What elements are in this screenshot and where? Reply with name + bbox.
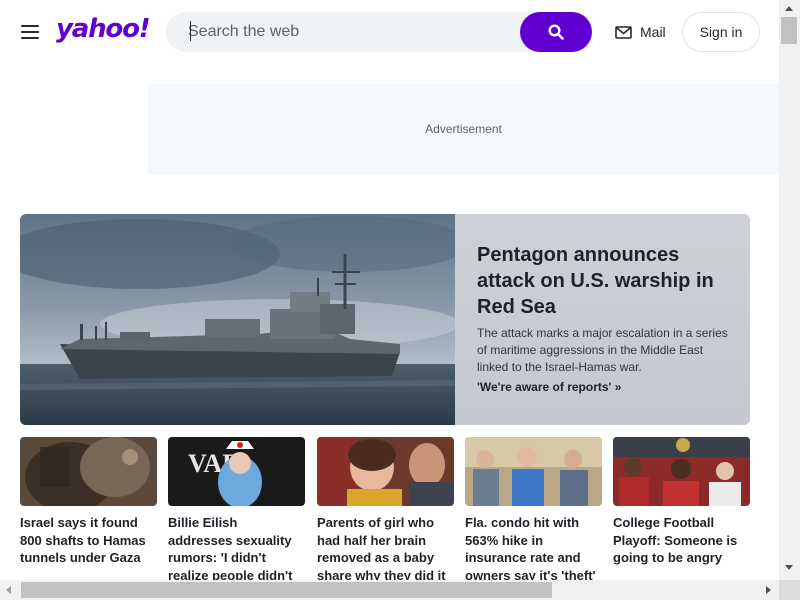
story-headline: Billie Eilish addresses sexuality rumors… bbox=[168, 515, 293, 580]
hero-related-link[interactable]: 'We're aware of reports' » bbox=[477, 380, 621, 394]
scrollbar-corner bbox=[779, 580, 800, 600]
story-billie-eilish-image: VAR bbox=[168, 437, 305, 506]
scroll-right-arrow-icon[interactable] bbox=[766, 586, 771, 594]
hero-headline[interactable]: Pentagon announces attack on U.S. warshi… bbox=[477, 242, 737, 320]
story-card[interactable]: VAR Billie Eilish addresses sexuality ru… bbox=[168, 437, 305, 580]
sign-in-button[interactable]: Sign in bbox=[682, 12, 760, 52]
horizontal-scrollbar[interactable] bbox=[0, 580, 779, 600]
yahoo-logo[interactable]: yahoo! bbox=[56, 14, 151, 44]
story-headline: Fla. condo hit with 563% hike in insuran… bbox=[465, 515, 596, 580]
story-headline: College Football Playoff: Someone is goi… bbox=[613, 515, 738, 565]
search-button[interactable] bbox=[520, 12, 592, 52]
scroll-up-arrow-icon[interactable] bbox=[785, 6, 793, 11]
story-card[interactable]: Israel says it found 800 shafts to Hamas… bbox=[20, 437, 157, 567]
page-viewport: yahoo! Mail Sign in Advertisement bbox=[0, 0, 779, 580]
story-card[interactable]: College Football Playoff: Someone is goi… bbox=[613, 437, 750, 567]
hero-warship-image bbox=[20, 214, 455, 425]
story-card[interactable]: Parents of girl who had half her brain r… bbox=[317, 437, 454, 580]
story-family-image bbox=[317, 437, 454, 506]
hamburger-menu-icon[interactable] bbox=[21, 25, 39, 39]
story-college-football-image bbox=[613, 437, 750, 506]
hero-summary: The attack marks a major escalation in a… bbox=[477, 326, 728, 374]
story-card[interactable]: Fla. condo hit with 563% hike in insuran… bbox=[465, 437, 602, 580]
search-input[interactable] bbox=[188, 20, 508, 44]
hero-text-panel: Pentagon announces attack on U.S. warshi… bbox=[455, 214, 750, 425]
search-icon bbox=[548, 24, 564, 40]
mail-envelope-icon bbox=[615, 25, 632, 39]
text-cursor bbox=[190, 21, 191, 41]
story-condo-owners-image bbox=[465, 437, 602, 506]
story-tunnel-image bbox=[20, 437, 157, 506]
horizontal-scroll-thumb[interactable] bbox=[21, 582, 552, 598]
advertisement-slot[interactable]: Advertisement bbox=[148, 84, 779, 174]
vertical-scrollbar[interactable] bbox=[779, 0, 800, 580]
vertical-scroll-thumb[interactable] bbox=[781, 17, 797, 44]
story-headline: Israel says it found 800 shafts to Hamas… bbox=[20, 515, 146, 565]
scroll-down-arrow-icon[interactable] bbox=[785, 565, 793, 570]
mail-label: Mail bbox=[640, 24, 666, 40]
mail-link[interactable]: Mail bbox=[615, 22, 666, 42]
advertisement-label: Advertisement bbox=[425, 122, 502, 136]
story-headline: Parents of girl who had half her brain r… bbox=[317, 515, 446, 580]
scroll-left-arrow-icon[interactable] bbox=[6, 586, 11, 594]
hero-story[interactable]: Pentagon announces attack on U.S. warshi… bbox=[20, 214, 750, 425]
